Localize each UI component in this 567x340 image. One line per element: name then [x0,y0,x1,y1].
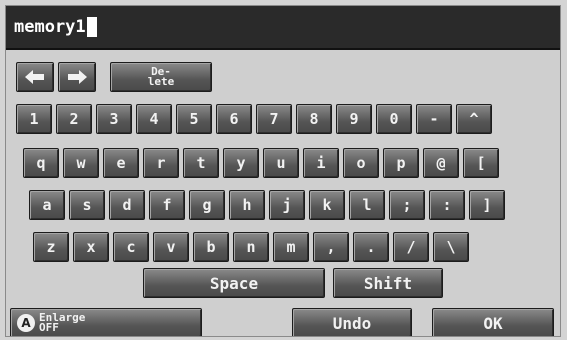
arrow-right-icon [68,70,87,84]
key[interactable]: 2 [56,104,92,134]
key[interactable]: @ [423,148,459,178]
key[interactable]: g [189,190,225,220]
key[interactable]: r [143,148,179,178]
enlarge-icon: A [17,314,35,332]
key[interactable]: d [109,190,145,220]
key[interactable]: l [349,190,385,220]
key[interactable]: i [303,148,339,178]
key[interactable]: x [73,232,109,262]
key[interactable]: : [429,190,465,220]
delete-button[interactable]: De- lete [110,62,212,92]
shift-key[interactable]: Shift [333,268,443,298]
key[interactable]: . [353,232,389,262]
key[interactable]: n [233,232,269,262]
undo-button[interactable]: Undo [292,308,412,336]
text-input-field[interactable]: memory1 [6,6,560,50]
key[interactable]: c [113,232,149,262]
key[interactable]: p [383,148,419,178]
key[interactable]: 9 [336,104,372,134]
arrow-left-icon [25,70,44,84]
key[interactable]: z [33,232,69,262]
key[interactable]: a [29,190,65,220]
enlarge-label-line2: OFF [39,321,59,334]
delete-label-line2: lete [147,75,175,88]
key[interactable]: b [193,232,229,262]
key[interactable]: \ [433,232,469,262]
key[interactable]: y [223,148,259,178]
key[interactable]: ] [469,190,505,220]
enlarge-button[interactable]: A Enlarge OFF [10,308,202,336]
keyboard-screen: memory1 De- lete 1 2 3 4 5 6 7 8 9 0 - ^… [5,5,561,337]
space-key[interactable]: Space [143,268,325,298]
input-value: memory1 [14,17,86,37]
key[interactable]: , [313,232,349,262]
key[interactable]: j [269,190,305,220]
key[interactable]: ; [389,190,425,220]
key[interactable]: m [273,232,309,262]
key[interactable]: k [309,190,345,220]
text-cursor [86,17,97,37]
key[interactable]: - [416,104,452,134]
cursor-left-button[interactable] [16,62,54,92]
key[interactable]: u [263,148,299,178]
key[interactable]: e [103,148,139,178]
key[interactable]: 8 [296,104,332,134]
key[interactable]: 6 [216,104,252,134]
key[interactable]: 1 [16,104,52,134]
key[interactable]: h [229,190,265,220]
ok-button[interactable]: OK [432,308,554,336]
key[interactable]: s [69,190,105,220]
key[interactable]: o [343,148,379,178]
key[interactable]: 7 [256,104,292,134]
key[interactable]: v [153,232,189,262]
key[interactable]: 3 [96,104,132,134]
key[interactable]: 5 [176,104,212,134]
key[interactable]: 4 [136,104,172,134]
key[interactable]: 0 [376,104,412,134]
key[interactable]: f [149,190,185,220]
key[interactable]: [ [463,148,499,178]
key[interactable]: / [393,232,429,262]
key[interactable]: w [63,148,99,178]
enlarge-label: Enlarge OFF [39,312,85,334]
key[interactable]: ^ [456,104,492,134]
key[interactable]: t [183,148,219,178]
cursor-right-button[interactable] [58,62,96,92]
key[interactable]: q [23,148,59,178]
